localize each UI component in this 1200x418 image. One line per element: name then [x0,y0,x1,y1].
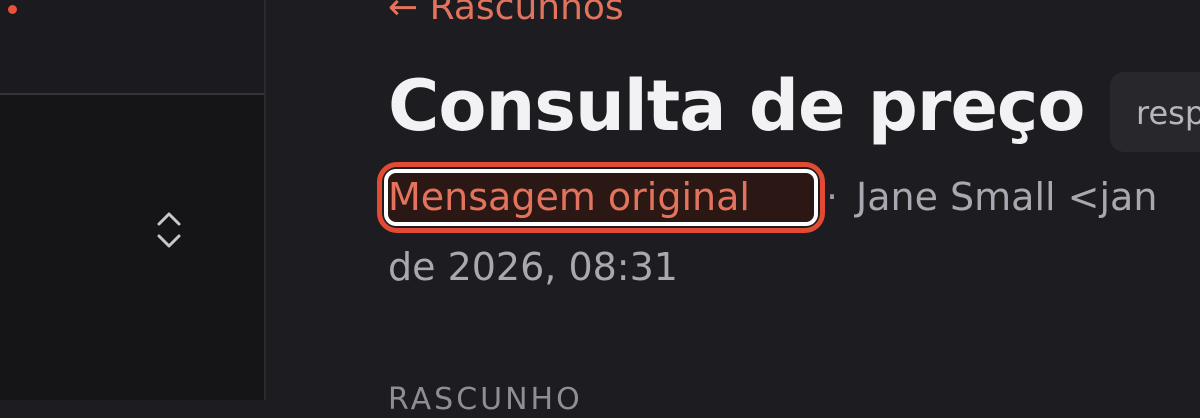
sender-address: Jane Small <jan [856,175,1158,219]
meta-separator: · [826,175,839,219]
message-date: de 2026, 08:31 [388,245,678,289]
sidebar [0,0,266,400]
reply-tag-label: resp [1136,94,1200,132]
draft-section-label: RASCUNHO [388,382,583,417]
original-message-link[interactable]: Mensagem original [388,175,750,221]
reply-tag[interactable]: resp [1110,72,1200,152]
back-to-drafts-link[interactable]: ← Rascunhos [388,0,624,29]
status-dot [8,5,17,14]
sidebar-header [0,0,264,95]
message-view: ← Rascunhos Consulta de preço resp Mensa… [266,0,1200,417]
chevron-up-down-icon[interactable] [155,210,183,250]
page-title: Consulta de preço [388,65,1086,147]
